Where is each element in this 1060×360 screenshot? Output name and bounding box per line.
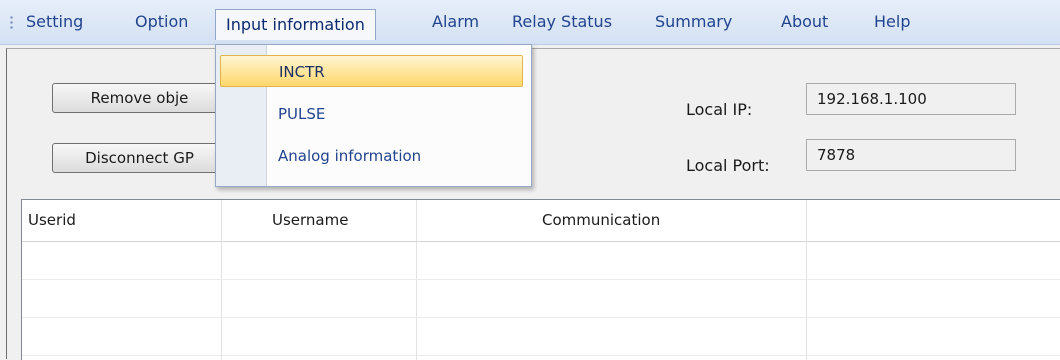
- menu-about[interactable]: About: [781, 9, 828, 35]
- column-header-userid[interactable]: Userid: [28, 200, 76, 241]
- menu-input-information[interactable]: Input information: [215, 9, 376, 40]
- main-panel: Remove obje Disconnect GP Local IP: 192.…: [6, 48, 1060, 360]
- table-header: Userid Username Communication: [22, 200, 1060, 242]
- table-row[interactable]: [22, 355, 1060, 356]
- column-divider: [221, 200, 222, 360]
- menu-setting[interactable]: Setting: [26, 9, 83, 35]
- local-port-field[interactable]: 7878: [806, 139, 1016, 171]
- menu-bar: Setting Option Input information Alarm R…: [0, 0, 1060, 45]
- local-port-label: Local Port:: [686, 156, 770, 175]
- menu-item-inctr[interactable]: INCTR: [220, 55, 523, 87]
- table-row[interactable]: [22, 279, 1060, 280]
- local-ip-label: Local IP:: [686, 100, 753, 119]
- column-header-username[interactable]: Username: [272, 200, 348, 241]
- table-row[interactable]: [22, 317, 1060, 318]
- input-information-dropdown: INCTR PULSE Analog information: [215, 44, 532, 187]
- menu-option[interactable]: Option: [135, 9, 188, 35]
- disconnect-gprs-button[interactable]: Disconnect GP: [52, 143, 227, 173]
- menu-item-analog-information[interactable]: Analog information: [268, 140, 421, 172]
- menu-help[interactable]: Help: [874, 9, 910, 35]
- user-table: Userid Username Communication: [21, 199, 1060, 360]
- column-divider: [806, 200, 807, 360]
- menu-item-pulse[interactable]: PULSE: [268, 98, 325, 130]
- local-ip-field[interactable]: 192.168.1.100: [806, 83, 1016, 115]
- remove-object-button[interactable]: Remove obje: [52, 83, 227, 113]
- column-header-communication[interactable]: Communication: [542, 200, 660, 241]
- menubar-grip-icon[interactable]: [10, 15, 13, 31]
- column-divider: [416, 200, 417, 360]
- menu-relay-status[interactable]: Relay Status: [512, 9, 612, 35]
- menu-alarm[interactable]: Alarm: [432, 9, 479, 35]
- menu-summary[interactable]: Summary: [655, 9, 732, 35]
